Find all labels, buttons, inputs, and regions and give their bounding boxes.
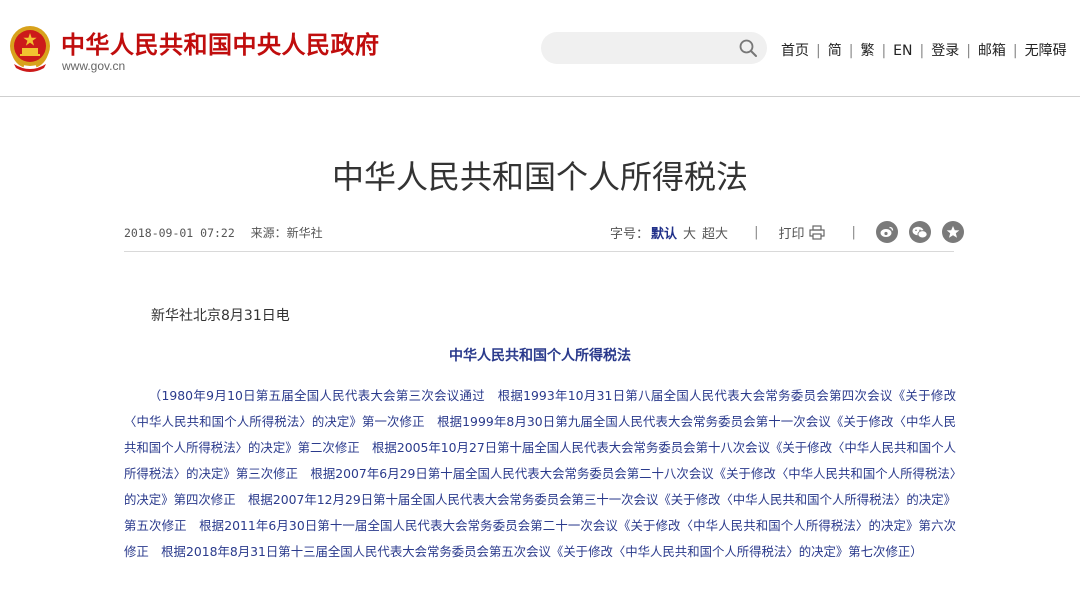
search-box: [541, 32, 767, 64]
site-url[interactable]: www.gov.cn: [62, 59, 125, 73]
source-name: 新华社: [286, 226, 323, 240]
print-label: 打印: [778, 226, 805, 242]
nav-separator: |: [848, 43, 854, 59]
nav-traditional[interactable]: 繁: [860, 43, 874, 59]
nav-english[interactable]: EN: [893, 43, 912, 59]
top-navigation: 首页 | 简 | 繁 | EN | 登录 | 邮箱 | 无障碍: [781, 40, 1067, 60]
article-tools: 字号： 默认 大 超大 | 打印 |: [610, 220, 975, 244]
source-label: 来源：: [250, 226, 287, 240]
font-size-label: 字号：: [610, 226, 650, 242]
print-button[interactable]: 打印: [778, 223, 826, 242]
publish-time: 2018-09-01 07:22: [124, 226, 235, 240]
search-input[interactable]: [555, 38, 729, 60]
site-header: 中华人民共和国中央人民政府 www.gov.cn 首页 | 简 | 繁 | EN | 登录 | 邮箱…: [0, 0, 1080, 97]
law-name: 中华人民共和国个人所得税法: [449, 348, 631, 364]
font-size-default[interactable]: 默认: [651, 223, 677, 242]
tools-separator: |: [754, 224, 759, 240]
site-title[interactable]: 中华人民共和国中央人民政府: [61, 25, 380, 60]
article-meta: 2018-09-01 07:22 来源：新华社: [124, 224, 323, 241]
font-size-xlarge[interactable]: 超大: [702, 223, 728, 242]
favorite-icon[interactable]: [941, 221, 964, 243]
news-dateline: 新华社北京8月31日电: [151, 308, 290, 324]
nav-simplified[interactable]: 简: [828, 43, 842, 59]
nav-separator: |: [816, 43, 821, 59]
nav-home[interactable]: 首页: [781, 43, 809, 59]
meta-divider: [124, 251, 954, 252]
law-amendment-history: （1980年9月10日第五届全国人民代表大会第三次会议通过 根据1993年10月…: [124, 388, 956, 559]
nav-login[interactable]: 登录: [931, 43, 959, 59]
font-size-large[interactable]: 大: [683, 223, 696, 242]
weibo-icon[interactable]: [875, 221, 898, 243]
tools-separator: |: [851, 224, 856, 240]
printer-icon: [809, 224, 826, 240]
nav-separator: |: [1012, 43, 1018, 59]
article-title: 中华人民共和国个人所得税法: [331, 158, 748, 196]
nav-accessibility[interactable]: 无障碍: [1025, 43, 1067, 59]
nav-mail[interactable]: 邮箱: [978, 43, 1006, 59]
national-emblem-icon[interactable]: [8, 24, 52, 72]
search-icon[interactable]: [739, 39, 757, 57]
nav-separator: |: [919, 43, 925, 59]
wechat-icon[interactable]: [908, 221, 931, 243]
nav-separator: |: [881, 43, 887, 59]
nav-separator: |: [966, 43, 971, 59]
